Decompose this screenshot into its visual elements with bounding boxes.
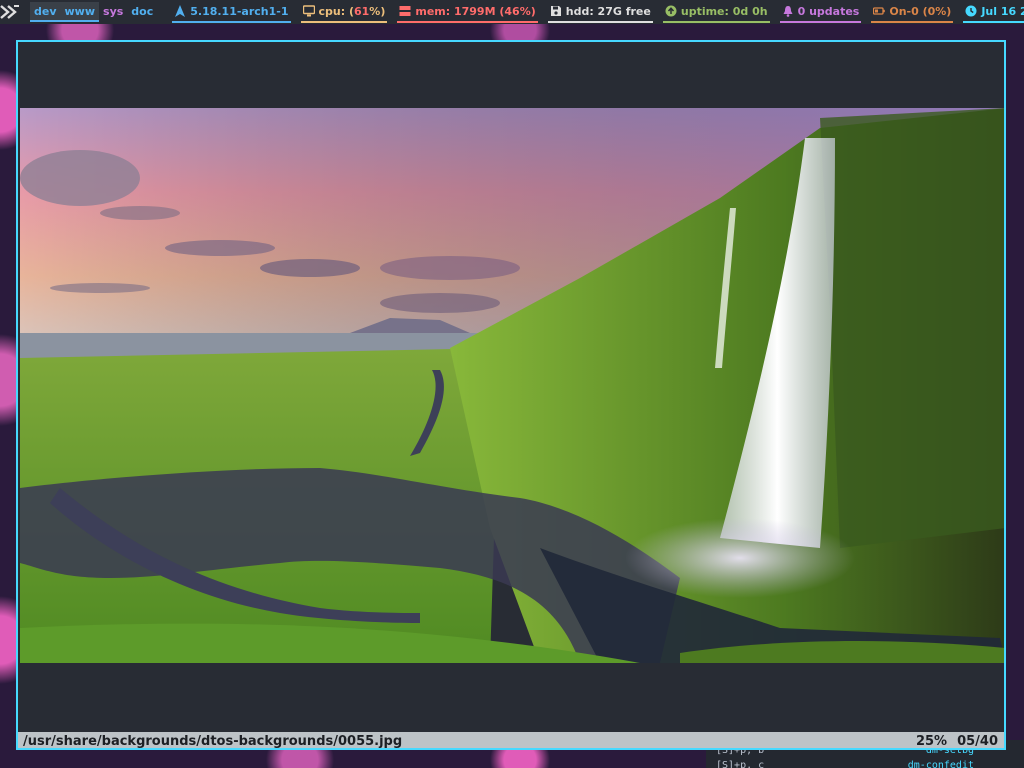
displayed-image[interactable]	[20, 108, 1004, 663]
memory-usage: mem: 1799M (46%)	[415, 4, 536, 18]
uptime-widget: uptime: 0d 0h	[662, 1, 770, 23]
qtile-logo-icon[interactable]	[0, 0, 20, 24]
arch-linux-icon	[175, 5, 186, 17]
waterfall-landscape-image	[20, 108, 1004, 663]
updates-widget[interactable]: 0 updates	[779, 1, 862, 23]
disk-widget: hdd: 27G free	[547, 1, 653, 23]
top-panel: dev www sys doc 5.18.11-arch1-1 cpu: (61…	[0, 0, 1024, 24]
battery-icon	[873, 7, 886, 15]
battery-status: On-0 (0%)	[889, 4, 952, 18]
status-right: 25% 05/40	[916, 734, 998, 749]
viewer-status-bar: /usr/share/backgrounds/dtos-backgrounds/…	[18, 732, 1004, 749]
floppy-disk-icon	[550, 6, 561, 16]
memory-icon	[399, 6, 411, 16]
arrow-up-circle-icon	[665, 5, 677, 17]
zoom-level: 25%	[915, 733, 948, 749]
kernel-widget: 5.18.11-arch1-1	[172, 1, 291, 23]
clock-datetime: Jul 16 2022 - (06:03)	[981, 4, 1024, 18]
clock-widget[interactable]: Jul 16 2022 - (06:03)	[963, 1, 1024, 23]
file-path: /usr/share/backgrounds/dtos-backgrounds/…	[23, 733, 403, 749]
workspace-dev[interactable]: dev	[30, 2, 61, 22]
cpu-widget: cpu: (61%)	[300, 1, 388, 23]
monitor-icon	[302, 5, 315, 17]
memory-widget: mem: 1799M (46%)	[397, 1, 538, 23]
bell-icon	[783, 6, 793, 17]
cpu-usage: cpu: (61%)	[318, 4, 386, 18]
image-viewer-window[interactable]: /usr/share/backgrounds/dtos-backgrounds/…	[16, 40, 1006, 750]
terminal-line: [S]+p, c dm-confedit	[716, 760, 974, 768]
battery-widget: On-0 (0%)	[871, 1, 954, 23]
workspace-www[interactable]: www	[60, 2, 100, 22]
workspace-doc[interactable]: doc	[127, 2, 157, 22]
workspace-sys[interactable]: sys	[99, 2, 127, 22]
image-index: 05/40	[957, 733, 998, 749]
kernel-version: 5.18.11-arch1-1	[190, 4, 289, 18]
updates-count: 0 updates	[797, 4, 860, 18]
clock-icon	[965, 5, 977, 17]
disk-free: hdd: 27G free	[565, 4, 651, 18]
uptime-text: uptime: 0d 0h	[680, 4, 768, 18]
